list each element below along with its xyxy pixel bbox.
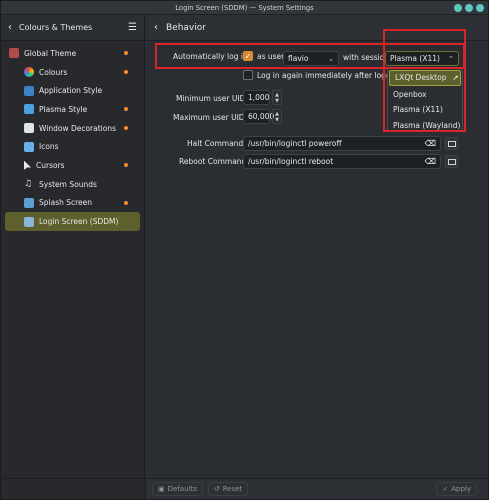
sidebar-header: ‹ Colours & Themes ☰: [1, 15, 144, 41]
back-arrow-icon[interactable]: ‹: [154, 22, 158, 33]
sidebar-item-application-style[interactable]: Application Style: [1, 81, 144, 100]
reboot-browse-button[interactable]: [445, 155, 458, 168]
sidebar-item-splash-screen[interactable]: Splash Screen: [1, 194, 144, 213]
title-bar: Login Screen (SDDM) — System Settings: [1, 1, 488, 15]
changed-dot: [124, 107, 128, 112]
music-note-icon: ♫: [24, 179, 33, 190]
changed-dot: [124, 51, 128, 56]
clear-text-icon[interactable]: ⌫: [425, 157, 436, 166]
page-title: Behavior: [166, 22, 206, 33]
clear-text-icon[interactable]: ⌫: [425, 139, 436, 148]
sidebar-item-login-screen[interactable]: Login Screen (SDDM): [5, 212, 140, 231]
global-theme-icon: [9, 48, 19, 59]
changed-dot: [124, 163, 128, 168]
folder-icon: [447, 140, 456, 147]
footer-bar: ▣ Defaults ↺ Reset ✓ Apply: [146, 478, 488, 499]
sidebar-item-colours[interactable]: Colours: [1, 63, 144, 82]
defaults-button[interactable]: ▣ Defaults: [152, 482, 203, 496]
sidebar-item-system-sounds[interactable]: ♫ System Sounds: [1, 175, 144, 194]
folder-icon: [447, 158, 456, 165]
changed-dot: [124, 200, 128, 205]
hamburger-menu-icon[interactable]: ☰: [128, 22, 137, 33]
annotation-box-session: [383, 29, 466, 132]
login-screen-icon: [24, 216, 34, 227]
defaults-icon: ▣: [158, 485, 165, 493]
relogin-checkbox[interactable]: [243, 70, 253, 80]
relogin-label: Log in again immediately after logging o…: [257, 70, 391, 80]
halt-command-input[interactable]: /usr/bin/loginctl poweroff ⌫: [243, 136, 441, 151]
min-uid-label: Minimum user UID:: [176, 94, 248, 103]
icons-icon: [24, 141, 34, 152]
halt-browse-button[interactable]: [445, 137, 458, 150]
apply-icon: ✓: [442, 485, 449, 493]
sidebar-title: Colours & Themes: [19, 23, 93, 32]
max-uid-label: Maximum user UID:: [173, 113, 248, 122]
sidebar-item-plasma-style[interactable]: Plasma Style: [1, 100, 144, 119]
colours-icon: [24, 67, 34, 78]
system-settings-window: Login Screen (SDDM) — System Settings ‹ …: [0, 0, 489, 500]
window-title: Login Screen (SDDM) — System Settings: [175, 4, 314, 12]
sidebar: ‹ Colours & Themes ☰ Global Theme Colour…: [1, 15, 145, 485]
reboot-command-input[interactable]: /usr/bin/loginctl reboot ⌫: [243, 154, 441, 169]
min-uid-input[interactable]: 1,000: [243, 90, 270, 105]
reset-icon: ↺: [213, 485, 220, 493]
changed-dot: [124, 70, 128, 75]
plasma-style-icon: [24, 104, 34, 115]
cursor-icon: [24, 160, 31, 171]
maximize-button[interactable]: [465, 4, 473, 12]
application-style-icon: [24, 85, 34, 96]
close-button[interactable]: [476, 4, 484, 12]
sidebar-item-icons[interactable]: Icons: [1, 137, 144, 156]
min-uid-spinner[interactable]: ▲ ▼: [272, 90, 282, 105]
sidebar-footer: [1, 478, 146, 499]
sidebar-item-cursors[interactable]: Cursors: [1, 156, 144, 175]
apply-button[interactable]: ✓ Apply: [436, 482, 477, 496]
reset-button[interactable]: ↺ Reset: [207, 482, 249, 496]
minimize-button[interactable]: [454, 4, 462, 12]
splash-screen-icon: [24, 197, 34, 208]
max-uid-input[interactable]: 60,000: [243, 109, 274, 124]
window-decorations-icon: [24, 123, 34, 134]
sidebar-item-window-decorations[interactable]: Window Decorations: [1, 119, 144, 138]
sidebar-item-global-theme[interactable]: Global Theme: [1, 44, 144, 63]
halt-command-label: Halt Command:: [187, 139, 246, 148]
back-arrow-icon[interactable]: ‹: [8, 22, 12, 33]
max-uid-spinner[interactable]: ▲ ▼: [272, 109, 282, 124]
reboot-command-label: Reboot Command:: [179, 157, 249, 166]
changed-dot: [124, 126, 128, 131]
